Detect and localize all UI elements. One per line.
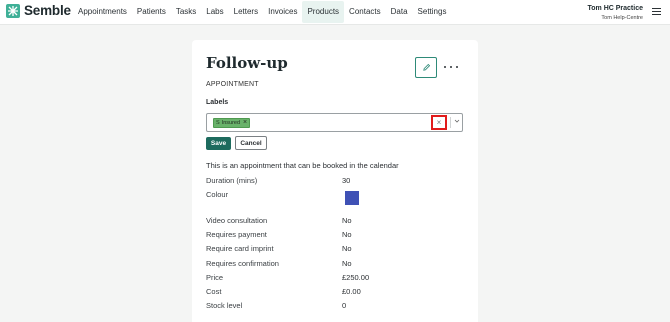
main-nav: Appointments Patients Tasks Labs Letters… xyxy=(73,0,451,24)
field-value-duration: 30 xyxy=(342,176,351,185)
nav-tasks[interactable]: Tasks xyxy=(171,1,201,23)
practice-name: Tom HC Practice xyxy=(587,5,644,12)
brand-name: Semble xyxy=(24,3,71,18)
field-label-requires-confirmation: Requires confirmation xyxy=(206,259,279,268)
field-label-colour: Colour xyxy=(206,190,229,199)
field-value-cost: £0.00 xyxy=(342,287,361,296)
field-value-requires-payment: No xyxy=(342,230,352,239)
label-chip-insured: S Insured × xyxy=(213,118,251,128)
field-value-stock-level: 0 xyxy=(342,301,347,310)
labels-select[interactable]: S Insured × × xyxy=(206,113,463,132)
practice-switcher[interactable]: Tom HC Practice Tom Help-Centre xyxy=(588,4,644,22)
nav-patients[interactable]: Patients xyxy=(132,1,171,23)
save-button[interactable]: Save xyxy=(206,137,231,150)
practice-user: Tom Help-Centre xyxy=(601,15,643,21)
nav-products[interactable]: Products xyxy=(302,1,345,23)
field-label-require-card-imprint: Require card imprint xyxy=(206,244,274,253)
hamburger-menu-icon[interactable] xyxy=(652,8,661,16)
field-value-require-card-imprint: No xyxy=(342,244,352,253)
semble-logo-icon xyxy=(6,4,20,18)
nav-settings[interactable]: Settings xyxy=(413,1,452,23)
labels-heading: Labels xyxy=(206,99,229,106)
product-card: Follow-up APPOINTMENT Labels S Insured ×… xyxy=(192,40,478,322)
cancel-button[interactable]: Cancel xyxy=(235,136,267,150)
chevron-down-icon[interactable] xyxy=(454,118,460,128)
nav-labs[interactable]: Labs xyxy=(201,1,228,23)
nav-contacts[interactable]: Contacts xyxy=(344,1,386,23)
field-label-price: Price xyxy=(206,273,224,282)
select-divider xyxy=(450,117,451,128)
clear-labels-icon[interactable]: × xyxy=(431,115,447,130)
pencil-icon xyxy=(422,63,430,71)
semble-logo[interactable]: Semble xyxy=(6,4,71,18)
nav-appointments[interactable]: Appointments xyxy=(73,1,132,23)
product-type: APPOINTMENT xyxy=(206,81,259,88)
field-label-cost: Cost xyxy=(206,287,222,296)
more-options-icon[interactable] xyxy=(444,61,458,73)
page-title: Follow-up xyxy=(206,54,288,72)
remove-label-icon[interactable]: × xyxy=(243,119,247,127)
label-chip-text: Insured xyxy=(221,120,241,126)
nav-letters[interactable]: Letters xyxy=(229,1,263,23)
edit-button[interactable] xyxy=(415,57,437,78)
top-navigation-bar: Semble Appointments Patients Tasks Labs … xyxy=(0,0,670,25)
nav-invoices[interactable]: Invoices xyxy=(263,1,302,23)
field-value-price: £250.00 xyxy=(342,273,370,282)
field-label-video-consultation: Video consultation xyxy=(206,216,268,225)
field-label-duration: Duration (mins) xyxy=(206,176,258,185)
label-chip-letter: S xyxy=(216,120,220,126)
field-value-requires-confirmation: No xyxy=(342,259,352,268)
product-description: This is an appointment that can be booke… xyxy=(206,161,399,170)
field-value-video-consultation: No xyxy=(342,216,352,225)
nav-data[interactable]: Data xyxy=(386,1,413,23)
field-label-stock-level: Stock level xyxy=(206,301,243,310)
field-label-requires-payment: Requires payment xyxy=(206,230,267,239)
colour-swatch xyxy=(345,191,359,205)
